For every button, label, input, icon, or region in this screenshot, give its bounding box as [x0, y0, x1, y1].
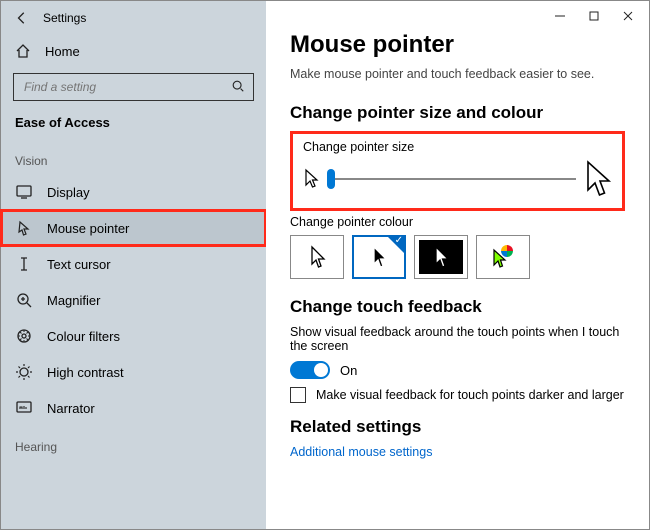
- sidebar-item-high-contrast[interactable]: High contrast: [1, 354, 266, 390]
- text-cursor-icon: [15, 255, 33, 273]
- window-controls: [545, 5, 643, 27]
- window-title: Settings: [43, 11, 86, 25]
- sidebar-item-label: Text cursor: [47, 257, 111, 272]
- section-size-colour: Change pointer size and colour: [290, 103, 625, 123]
- slider-track: [327, 178, 576, 180]
- high-contrast-icon: [15, 363, 33, 381]
- search-input[interactable]: [22, 79, 192, 95]
- colour-option-black[interactable]: [352, 235, 406, 279]
- display-icon: [15, 183, 33, 201]
- sidebar-group-vision: Vision: [1, 140, 266, 174]
- cursor-small-icon: [303, 168, 319, 190]
- magnifier-icon: [15, 291, 33, 309]
- sidebar-item-label: Mouse pointer: [47, 221, 129, 236]
- narrator-icon: [15, 399, 33, 417]
- touch-feedback-toggle[interactable]: [290, 361, 330, 379]
- page-title: Mouse pointer: [290, 31, 625, 59]
- pointer-size-slider[interactable]: [327, 167, 576, 191]
- checkbox-label: Make visual feedback for touch points da…: [316, 388, 624, 402]
- content-pane: Mouse pointer Make mouse pointer and tou…: [266, 1, 649, 529]
- section-touch: Change touch feedback: [290, 297, 625, 317]
- sidebar-section: Ease of Access: [1, 111, 266, 140]
- sidebar-item-label: Display: [47, 185, 90, 200]
- pointer-size-group: Change pointer size: [290, 131, 625, 211]
- toggle-label: On: [340, 363, 357, 378]
- colour-filters-icon: [15, 327, 33, 345]
- close-button[interactable]: [613, 5, 643, 27]
- colour-option-custom[interactable]: [476, 235, 530, 279]
- section-related: Related settings: [290, 417, 625, 437]
- mouse-pointer-icon: [15, 219, 33, 237]
- additional-mouse-settings-link[interactable]: Additional mouse settings: [290, 445, 625, 459]
- sidebar-item-display[interactable]: Display: [1, 174, 266, 210]
- colour-option-inverted[interactable]: [414, 235, 468, 279]
- sidebar-item-colour-filters[interactable]: Colour filters: [1, 318, 266, 354]
- darker-larger-checkbox[interactable]: [290, 387, 306, 403]
- sidebar-group-hearing: Hearing: [1, 426, 266, 460]
- maximize-button[interactable]: [579, 5, 609, 27]
- pointer-colour-options: [290, 235, 625, 279]
- home-icon: [15, 43, 31, 59]
- search-box[interactable]: [13, 73, 254, 101]
- minimize-button[interactable]: [545, 5, 575, 27]
- page-subtitle: Make mouse pointer and touch feedback ea…: [290, 67, 625, 81]
- sidebar-item-magnifier[interactable]: Magnifier: [1, 282, 266, 318]
- cursor-large-icon: [584, 160, 612, 198]
- sidebar-item-label: Colour filters: [47, 329, 120, 344]
- home-label: Home: [45, 44, 80, 59]
- sidebar-item-label: Narrator: [47, 401, 95, 416]
- sidebar-item-label: High contrast: [47, 365, 124, 380]
- sidebar-item-narrator[interactable]: Narrator: [1, 390, 266, 426]
- sidebar-home[interactable]: Home: [1, 35, 266, 67]
- touch-desc: Show visual feedback around the touch po…: [290, 325, 625, 353]
- sidebar-item-text-cursor[interactable]: Text cursor: [1, 246, 266, 282]
- colour-option-white[interactable]: [290, 235, 344, 279]
- sidebar-item-mouse-pointer[interactable]: Mouse pointer: [1, 210, 266, 246]
- back-icon[interactable]: [15, 11, 29, 25]
- sidebar-item-label: Magnifier: [47, 293, 100, 308]
- sidebar: Settings Home Ease of Access Vision Disp…: [1, 1, 266, 529]
- pointer-colour-label: Change pointer colour: [290, 215, 625, 229]
- slider-thumb[interactable]: [327, 169, 335, 189]
- pointer-size-label: Change pointer size: [303, 140, 612, 154]
- search-icon: [231, 79, 245, 96]
